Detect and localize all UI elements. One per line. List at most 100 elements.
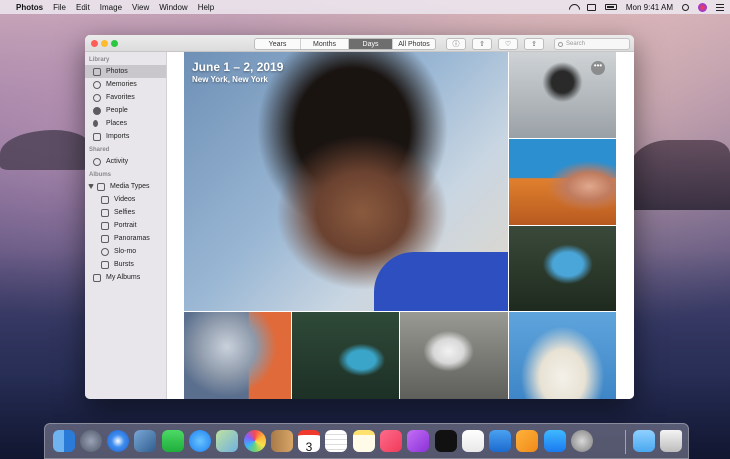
close-button[interactable] (91, 40, 98, 47)
search-field[interactable]: Search (554, 38, 630, 50)
app-store-icon[interactable] (544, 430, 566, 452)
sidebar-item-photos[interactable]: Photos (85, 65, 166, 78)
reminders-icon[interactable] (325, 430, 347, 452)
photo-tile[interactable] (509, 139, 616, 225)
sidebar-item-bursts[interactable]: Bursts (85, 258, 166, 271)
podcasts-icon[interactable] (407, 430, 429, 452)
menu-bar: Photos File Edit Image View Window Help … (0, 0, 730, 14)
sidebar-item-label: Bursts (114, 261, 134, 268)
share-button[interactable]: ⇧ (472, 38, 492, 50)
menu-window[interactable]: Window (159, 3, 187, 12)
calendar-icon[interactable]: 3 (298, 430, 320, 454)
cloud-icon (93, 157, 101, 166)
trash-icon[interactable] (660, 430, 682, 452)
bursts-icon (101, 260, 109, 269)
sidebar-item-places[interactable]: Places (85, 117, 166, 130)
safari-icon[interactable] (107, 430, 129, 452)
notes-book-icon[interactable] (271, 430, 293, 452)
info-icon: ⓘ (452, 41, 460, 48)
sidebar-item-label: Media Types (110, 183, 150, 190)
notification-center-icon[interactable] (716, 3, 724, 11)
favorite-button[interactable]: ♡ (498, 38, 518, 50)
messages-icon[interactable] (189, 430, 211, 452)
sidebar-item-slo-mo[interactable]: Slo-mo (85, 245, 166, 258)
minimize-button[interactable] (101, 40, 108, 47)
menu-help[interactable]: Help (198, 3, 214, 12)
launchpad-icon[interactable] (80, 430, 102, 452)
finder-icon[interactable] (53, 430, 75, 452)
tv-icon[interactable] (435, 430, 457, 452)
sidebar-item-label: Favorites (106, 94, 135, 101)
sidebar-item-memories[interactable]: Memories (85, 78, 166, 91)
sidebar-item-portrait[interactable]: Portrait (85, 219, 166, 232)
sidebar-item-my-albums[interactable]: My Albums (85, 271, 166, 284)
more-options-button[interactable]: ••• (591, 61, 605, 75)
airplay-icon[interactable] (586, 3, 596, 11)
wifi-icon[interactable] (569, 4, 578, 11)
portrait-cube-icon (101, 221, 109, 230)
hero-photo[interactable]: June 1 – 2, 2019 New York, New York (184, 52, 508, 311)
photo-grid: June 1 – 2, 2019 New York, New York (168, 52, 634, 399)
search-icon (558, 41, 563, 47)
menu-app-name[interactable]: Photos (16, 3, 43, 12)
music-icon[interactable] (380, 430, 402, 452)
clock[interactable]: Mon 9:41 AM (626, 3, 673, 12)
sidebar-header-shared: Shared (89, 147, 110, 153)
downloads-folder-icon[interactable] (633, 430, 655, 452)
slo-mo-icon (101, 247, 109, 256)
battery-icon[interactable] (604, 4, 617, 10)
maps-icon[interactable] (216, 430, 238, 452)
sidebar-item-favorites[interactable]: Favorites (85, 91, 166, 104)
sidebar-item-label: Panoramas (114, 235, 150, 242)
spotlight-search-icon[interactable] (682, 3, 689, 11)
photo-tile[interactable] (509, 226, 616, 311)
photo-tile[interactable] (400, 312, 508, 399)
album-icon (93, 273, 101, 282)
location-label: New York, New York (192, 75, 268, 84)
tab-all-photos[interactable]: All Photos (393, 39, 435, 49)
tab-years[interactable]: Years (255, 39, 301, 49)
menu-file[interactable]: File (53, 3, 66, 12)
facetime-icon[interactable] (162, 430, 184, 452)
numbers-icon[interactable] (462, 430, 484, 452)
sidebar-item-activity[interactable]: Activity (85, 155, 166, 168)
sidebar-item-media-types[interactable]: Media Types (85, 180, 166, 193)
sidebar-item-label: My Albums (106, 274, 141, 281)
menu-image[interactable]: Image (100, 3, 122, 12)
sidebar-item-people[interactable]: People (85, 104, 166, 117)
folder-icon (97, 182, 105, 191)
sidebar-item-videos[interactable]: Videos (85, 193, 166, 206)
disclosure-triangle-icon[interactable] (88, 184, 94, 189)
tab-months[interactable]: Months (301, 39, 349, 49)
photo-tile[interactable] (184, 312, 291, 399)
person-icon (93, 106, 101, 115)
sidebar-item-label: Photos (106, 68, 128, 75)
sidebar-item-label: Slo-mo (114, 248, 137, 255)
notes-icon[interactable] (353, 430, 375, 452)
sidebar-item-label: Videos (114, 196, 136, 203)
photo-tile[interactable] (292, 312, 399, 399)
photo-tile[interactable] (509, 312, 616, 399)
sidebar-item-imports[interactable]: Imports (85, 130, 166, 143)
sidebar-item-selfies[interactable]: Selfies (85, 206, 166, 219)
siri-icon[interactable] (698, 2, 707, 12)
menu-edit[interactable]: Edit (76, 3, 90, 12)
window-toolbar: Years Months Days All Photos ⓘ ⇧ ♡ ⇪ Sea… (85, 35, 634, 52)
tab-days[interactable]: Days (349, 39, 393, 49)
sidebar-item-panoramas[interactable]: Panoramas (85, 232, 166, 245)
info-button[interactable]: ⓘ (446, 38, 466, 50)
photos-icon[interactable] (244, 430, 266, 452)
selfie-icon (101, 208, 109, 217)
rotate-button[interactable]: ⇪ (524, 38, 544, 50)
system-preferences-icon[interactable] (571, 430, 593, 452)
dock: 3 (44, 423, 689, 459)
sidebar-item-label: Activity (106, 158, 129, 165)
pages-icon[interactable] (516, 430, 538, 452)
heart-icon (93, 93, 101, 102)
zoom-button[interactable] (111, 40, 118, 47)
photo-preview-icon[interactable] (134, 430, 156, 452)
menu-view[interactable]: View (132, 3, 149, 12)
keynote-icon[interactable] (489, 430, 511, 452)
sidebar-header-albums: Albums (89, 172, 112, 178)
heart-icon: ♡ (504, 41, 512, 48)
